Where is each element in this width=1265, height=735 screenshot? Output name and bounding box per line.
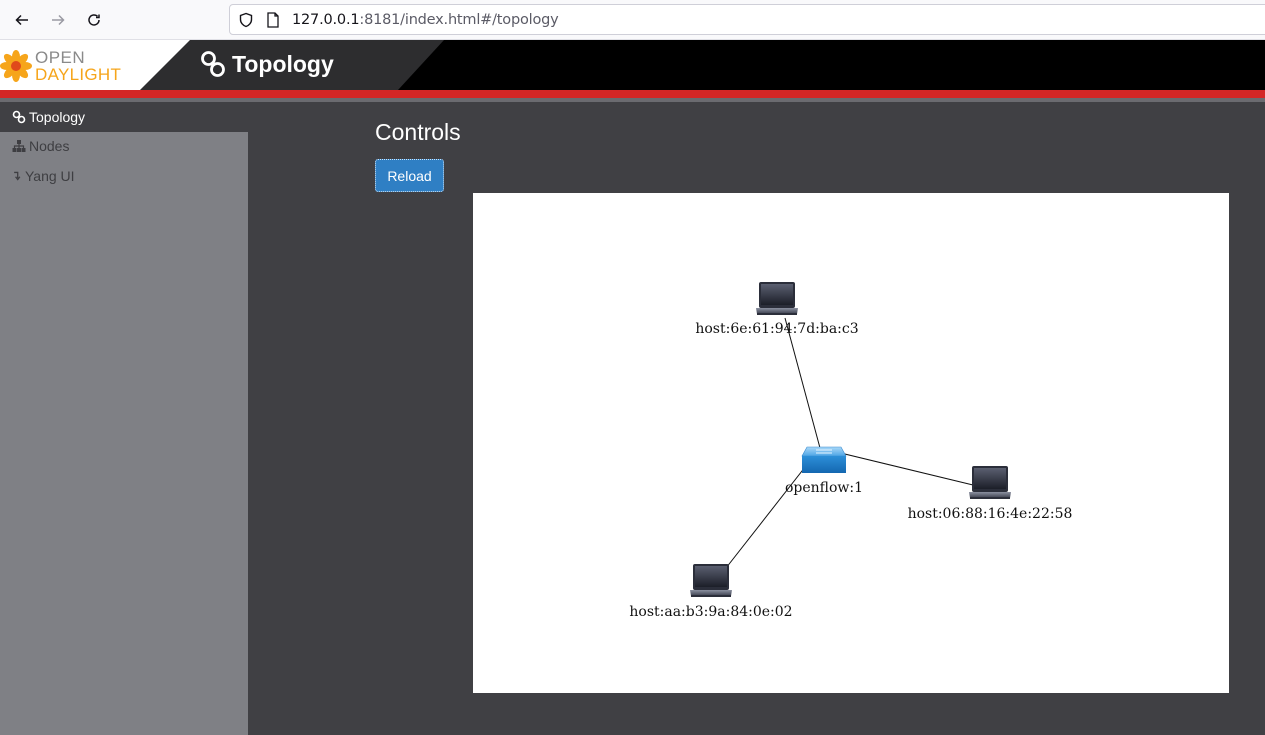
page-icon xyxy=(267,12,279,28)
host-node[interactable] xyxy=(756,282,798,315)
refresh-icon xyxy=(88,14,100,26)
sidebar-item-nodes[interactable]: Nodes xyxy=(0,131,248,161)
host-node[interactable] xyxy=(690,564,732,597)
topology-link xyxy=(784,317,821,449)
app-header: OPEN DAYLIGHT Topology xyxy=(0,40,1265,90)
laptop-icon xyxy=(969,466,1011,499)
forward-button[interactable] xyxy=(46,8,70,32)
address-bar[interactable]: 127.0.0.1:8181/index.html#/topology xyxy=(229,4,1265,35)
sidebar: Topology Nodes Yang UI xyxy=(0,102,248,735)
sidebar-item-label: Nodes xyxy=(29,138,70,154)
logo-text-daylight: DAYLIGHT xyxy=(35,65,122,84)
link-icon xyxy=(201,51,225,77)
topology-canvas[interactable]: openflow:1 host:6e:61:94:7d:ba:c3 host:06:… xyxy=(473,193,1229,693)
node-label: host:6e:61:94:7d:ba:c3 xyxy=(695,321,858,337)
sitemap-icon xyxy=(12,140,26,152)
header-title-group: Topology xyxy=(200,50,334,78)
laptop-icon xyxy=(690,564,732,597)
arrow-left-icon xyxy=(15,14,28,26)
browser-toolbar: 127.0.0.1:8181/index.html#/topology xyxy=(0,0,1265,40)
laptop-icon xyxy=(756,282,798,315)
topology-graph[interactable]: openflow:1 host:6e:61:94:7d:ba:c3 host:06:… xyxy=(473,193,1229,693)
header-accent-bar xyxy=(0,90,1265,98)
arrow-right-icon xyxy=(52,14,65,26)
sidebar-item-label: Yang UI xyxy=(25,168,75,184)
sidebar-item-topology[interactable]: Topology xyxy=(0,102,248,132)
link-icon xyxy=(12,110,26,124)
url-text[interactable]: 127.0.0.1:8181/index.html#/topology xyxy=(292,12,559,28)
reload-button[interactable]: Reload xyxy=(375,159,444,192)
switch-node[interactable] xyxy=(801,446,847,473)
url-path: :8181/index.html#/topology xyxy=(359,12,559,28)
node-label: host:06:88:16:4e:22:58 xyxy=(908,506,1073,522)
node-label: openflow:1 xyxy=(785,480,863,496)
opendaylight-flower-icon xyxy=(0,50,32,82)
page-title: Topology xyxy=(232,50,334,77)
reload-page-button[interactable] xyxy=(82,8,106,32)
node-label: host:aa:b3:9a:84:0e:02 xyxy=(629,604,792,620)
controls-heading: Controls xyxy=(375,119,461,145)
host-node[interactable] xyxy=(969,466,1011,499)
sidebar-item-yang-ui[interactable]: Yang UI xyxy=(0,161,248,191)
url-host: 127.0.0.1 xyxy=(292,12,360,28)
shield-icon[interactable] xyxy=(238,12,254,28)
arrow-down-icon xyxy=(14,171,21,181)
back-button[interactable] xyxy=(10,8,34,32)
switch-icon xyxy=(801,446,847,473)
sidebar-item-label: Topology xyxy=(29,109,86,125)
